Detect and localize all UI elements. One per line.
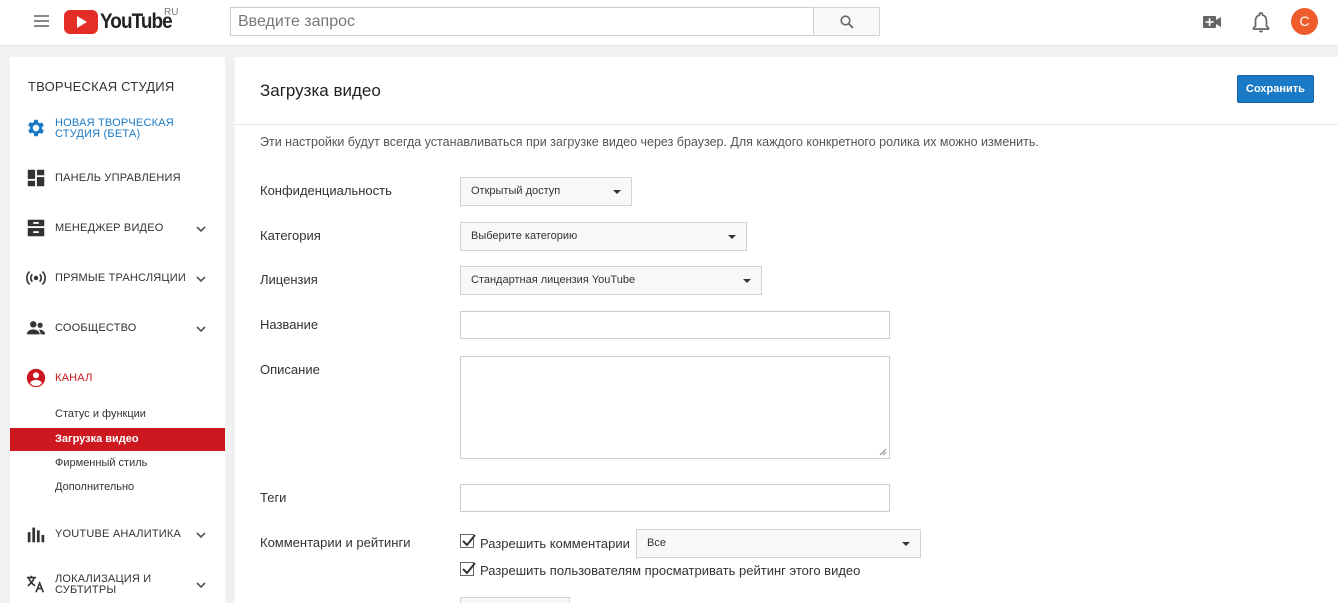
title-input[interactable]: [460, 311, 890, 339]
privacy-select-value: Открытый доступ: [471, 185, 561, 197]
privacy-label: Конфиденциальность: [260, 183, 392, 198]
allow-comments-label[interactable]: Разрешить комментарии: [480, 536, 630, 551]
license-select[interactable]: Стандартная лицензия YouTube: [460, 266, 762, 295]
description-textarea[interactable]: [460, 356, 890, 459]
sidebar-subitem-upload-defaults[interactable]: Загрузка видео: [10, 428, 225, 451]
license-label: Лицензия: [260, 272, 318, 287]
sidebar: ТВОРЧЕСКАЯ СТУДИЯ НОВАЯ ТВОРЧЕСКАЯ СТУДИ…: [10, 57, 225, 603]
analytics-icon: [27, 527, 45, 543]
checkmark-icon: [462, 534, 476, 547]
top-bar: YouTube RU C: [0, 0, 1338, 46]
sidebar-subitem-branding[interactable]: Фирменный стиль: [10, 452, 225, 475]
sidebar-subitem-advanced[interactable]: Дополнительно: [10, 476, 225, 499]
comments-ratings-label: Комментарии и рейтинги: [260, 535, 411, 550]
sidebar-item-community[interactable]: СООБЩЕСТВО: [10, 311, 225, 347]
dropdown-caret-icon: [728, 235, 736, 239]
allow-ratings-label[interactable]: Разрешить пользователям просматривать ре…: [480, 563, 860, 578]
sidebar-item-video-manager[interactable]: МЕНЕДЖЕР ВИДЕО: [10, 211, 225, 247]
sidebar-item-label: МЕНЕДЖЕР ВИДЕО: [55, 222, 164, 234]
sidebar-item-label: ПАНЕЛЬ УПРАВЛЕНИЯ: [55, 172, 181, 184]
sidebar-item-label: СТУДИЯ (БЕТА): [55, 128, 141, 140]
gear-icon: [28, 119, 44, 137]
comments-filter-select[interactable]: Все: [636, 529, 921, 558]
title-label: Название: [260, 317, 319, 332]
sidebar-item-channel[interactable]: КАНАЛ: [10, 361, 225, 397]
dashboard-icon: [27, 169, 45, 187]
sidebar-item-label: YOUTUBE АНАЛИТИКА: [55, 528, 181, 540]
next-field-select[interactable]: [460, 597, 570, 603]
privacy-select[interactable]: Открытый доступ: [460, 177, 632, 206]
translate-icon: [26, 575, 45, 593]
allow-ratings-checkbox[interactable]: [460, 562, 476, 576]
sidebar-item-localization[interactable]: ЛОКАЛИЗАЦИЯ И СУБТИТРЫ: [10, 567, 225, 603]
notifications-bell-icon[interactable]: [1249, 10, 1273, 34]
page-title: Загрузка видео: [260, 81, 381, 100]
youtube-logo[interactable]: YouTube RU: [64, 7, 180, 34]
tags-input[interactable]: [460, 484, 890, 512]
dropdown-caret-icon: [613, 190, 621, 194]
channel-icon: [26, 368, 46, 388]
sidebar-item-label: СООБЩЕСТВО: [55, 322, 137, 334]
play-logo-icon: [64, 10, 98, 34]
intro-text: Эти настройки будут всегда устанавливать…: [260, 135, 1039, 149]
chevron-down-icon[interactable]: [195, 529, 207, 541]
studio-title: ТВОРЧЕСКАЯ СТУДИЯ: [28, 79, 175, 94]
resize-handle-icon[interactable]: [879, 448, 887, 456]
video-manager-icon: [27, 219, 45, 237]
avatar[interactable]: C: [1291, 8, 1318, 35]
category-select[interactable]: Выберите категорию: [460, 222, 747, 251]
chevron-down-icon[interactable]: [195, 579, 207, 591]
search-button[interactable]: [813, 7, 880, 36]
checkmark-icon: [462, 562, 476, 575]
sidebar-item-label: ПРЯМЫЕ ТРАНСЛЯЦИИ: [55, 272, 186, 284]
dropdown-caret-icon: [902, 542, 910, 546]
divider: [235, 124, 1338, 125]
chevron-down-icon[interactable]: [195, 223, 207, 235]
allow-comments-checkbox[interactable]: [460, 534, 476, 548]
search-input[interactable]: [230, 7, 814, 36]
upload-defaults-panel: Загрузка видео Сохранить Эти настройки б…: [235, 57, 1338, 603]
sidebar-item-label: СУБТИТРЫ: [55, 584, 117, 596]
description-label: Описание: [260, 362, 320, 377]
sidebar-item-label: КАНАЛ: [55, 372, 93, 384]
category-label: Категория: [260, 228, 321, 243]
dropdown-caret-icon: [743, 279, 751, 283]
live-broadcast-icon: [26, 270, 46, 286]
sidebar-subitem-status[interactable]: Статус и функции: [10, 403, 225, 426]
tags-label: Теги: [260, 490, 287, 505]
logo-text: YouTube: [100, 10, 173, 33]
create-video-icon[interactable]: [1200, 10, 1224, 34]
chevron-down-icon[interactable]: [195, 323, 207, 335]
sidebar-item-new-studio[interactable]: НОВАЯ ТВОРЧЕСКАЯ СТУДИЯ (БЕТА): [10, 111, 225, 147]
search-icon: [840, 15, 854, 29]
chevron-down-icon[interactable]: [195, 273, 207, 285]
license-select-value: Стандартная лицензия YouTube: [471, 274, 636, 286]
save-button[interactable]: Сохранить: [1237, 75, 1314, 103]
comments-filter-value: Все: [647, 537, 666, 549]
sidebar-item-analytics[interactable]: YOUTUBE АНАЛИТИКА: [10, 517, 225, 553]
logo-region: RU: [164, 7, 179, 18]
category-select-value: Выберите категорию: [471, 230, 578, 242]
sidebar-item-dashboard[interactable]: ПАНЕЛЬ УПРАВЛЕНИЯ: [10, 161, 225, 197]
sidebar-item-live-streams[interactable]: ПРЯМЫЕ ТРАНСЛЯЦИИ: [10, 261, 225, 297]
menu-icon[interactable]: [34, 15, 49, 27]
community-icon: [26, 321, 46, 335]
